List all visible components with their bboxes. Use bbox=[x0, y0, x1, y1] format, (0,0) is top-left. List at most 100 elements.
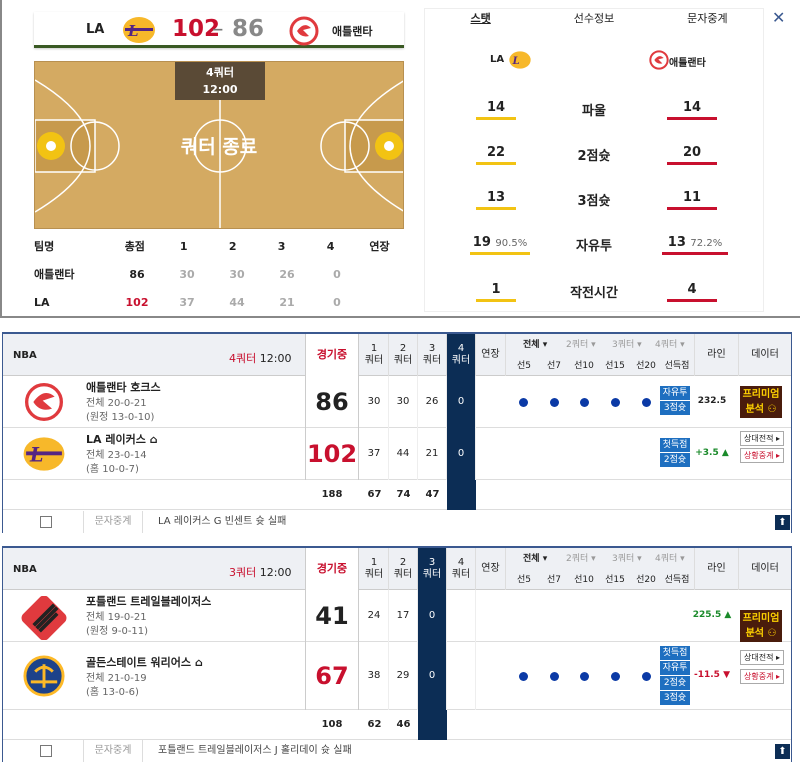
team-score: 41 bbox=[305, 590, 359, 642]
data-header: 데이터 bbox=[738, 548, 791, 590]
game-clock: 12:00 bbox=[259, 352, 292, 365]
marker-dot bbox=[519, 398, 528, 407]
linescore-total: 102 bbox=[125, 295, 149, 309]
sub-header: 선10 bbox=[574, 575, 594, 585]
hawks-logo-icon bbox=[289, 16, 319, 50]
team-record: 전체 20-0-21 bbox=[86, 398, 147, 409]
linescore-q1: 37 bbox=[179, 295, 195, 309]
team-record: 전체 21-0-19 bbox=[86, 673, 147, 684]
game-quarter-clock: 3쿼터 12:00 bbox=[229, 564, 291, 580]
stats-left-team: LA bbox=[490, 54, 505, 65]
marker-dot bbox=[611, 398, 620, 407]
sub-header: 선10 bbox=[574, 361, 594, 371]
game-card: NBA 3쿼터 12:00 경기중 1 쿼터 2 쿼터 3 쿼터 4 쿼터 연장 전체 … bbox=[2, 546, 792, 762]
stat-left-pct: 90.5% bbox=[495, 238, 528, 249]
linescore-header-team: 팀명 bbox=[34, 240, 55, 253]
linescore-q2: 30 bbox=[229, 267, 245, 281]
game-footer: 문자중계 LA 레이커스 G 빈센트 슛 실패 ⬆ bbox=[3, 511, 791, 533]
filter-all[interactable]: 전체 ▾ bbox=[523, 337, 547, 350]
team-name[interactable]: LA 레이커스 ⌂ bbox=[86, 431, 158, 447]
quarter-header-1: 1 쿼터 bbox=[360, 334, 389, 376]
stat-left-value: 22 bbox=[476, 145, 516, 165]
close-icon[interactable]: ✕ bbox=[772, 8, 785, 27]
linescore-total: 86 bbox=[129, 267, 145, 281]
select-checkbox[interactable] bbox=[40, 745, 52, 757]
linescore-q3: 26 bbox=[279, 267, 295, 281]
total-score: 108 bbox=[321, 719, 343, 730]
stat-label: 자유투 bbox=[576, 239, 612, 254]
stat-row-timeout: 1 작전시간 4 bbox=[424, 282, 764, 312]
select-checkbox[interactable] bbox=[40, 516, 52, 528]
stat-label: 2점슛 bbox=[577, 149, 611, 164]
premium-analysis-button[interactable]: 프리미엄 분석 ⚇ bbox=[740, 610, 782, 642]
game-footer: 문자중계 포틀랜드 트레일블레이저스 J 홀리데이 슛 실패 ⬆ bbox=[3, 740, 791, 762]
stat-row-3pt: 13 3점슛 11 bbox=[424, 190, 764, 220]
total-quarter: 74 bbox=[396, 489, 411, 500]
linescore-team: 애틀랜타 bbox=[34, 268, 75, 281]
head-to-head-button[interactable]: 상대전적 ▸ bbox=[740, 431, 784, 446]
team-row: 골든스테이트 워리어스 ⌂ 전체 21-0-19 (홈 13-0-6) 67 3… bbox=[3, 642, 791, 710]
quarter-status: 쿼터 종료 bbox=[180, 136, 258, 158]
linescore-table: 팀명 총점 1 2 3 4 연장 애틀랜타 86 30 30 26 0 LA 1… bbox=[34, 232, 404, 316]
marker-dot bbox=[550, 398, 559, 407]
head-to-head-button[interactable]: 상대전적 ▸ bbox=[740, 650, 784, 665]
sub-header: 선5 bbox=[516, 361, 531, 371]
team-name[interactable]: 포틀랜드 트레일블레이저스 bbox=[86, 593, 211, 609]
team-record-sub: (원정 13-0-10) bbox=[86, 412, 155, 423]
event-tag: 자유투 bbox=[660, 386, 690, 400]
quarter-header-3: 3 쿼터 bbox=[418, 334, 447, 376]
stat-right-value: 13 72.2% bbox=[662, 235, 728, 255]
text-relay-button[interactable]: 문자중계 bbox=[83, 740, 143, 762]
marker-dot bbox=[642, 398, 651, 407]
filter-q4[interactable]: 4쿼터 ▾ bbox=[655, 337, 685, 350]
stat-left-value: 1 bbox=[476, 282, 516, 302]
filter-q3[interactable]: 3쿼터 ▾ bbox=[612, 337, 642, 350]
quarter-score bbox=[447, 642, 476, 710]
linescore-q4: 0 bbox=[333, 295, 341, 309]
event-tag: 3점슛 bbox=[660, 691, 690, 705]
sub-header: 선15 bbox=[605, 575, 625, 585]
quarter-header-3: 3 쿼터 bbox=[418, 548, 447, 590]
tab-player-info[interactable]: 선수정보 bbox=[537, 10, 650, 34]
team-name[interactable]: 애틀랜타 호크스 bbox=[86, 379, 161, 395]
ot-header: 연장 bbox=[476, 548, 506, 590]
linescore-header-ot: 연장 bbox=[369, 240, 390, 253]
quarter-score: 0 bbox=[418, 590, 447, 642]
text-relay-button[interactable]: 문자중계 bbox=[83, 511, 143, 533]
filter-all[interactable]: 전체 ▾ bbox=[523, 551, 547, 564]
sub-header: 선20 bbox=[636, 361, 656, 371]
totals-row: 108 62 46 bbox=[3, 710, 791, 740]
quarter-header-4: 4 쿼터 bbox=[447, 548, 476, 590]
filter-q2[interactable]: 2쿼터 ▾ bbox=[566, 551, 596, 564]
quarter-score: 0 bbox=[447, 428, 476, 480]
stat-right-pct: 72.2% bbox=[690, 238, 723, 249]
lakers-logo-icon: L bbox=[121, 15, 157, 49]
premium-analysis-button[interactable]: 프리미엄 분석 ⚇ bbox=[740, 386, 782, 418]
scroll-up-icon[interactable]: ⬆ bbox=[775, 744, 790, 759]
filter-q4[interactable]: 4쿼터 ▾ bbox=[655, 551, 685, 564]
filter-q2[interactable]: 2쿼터 ▾ bbox=[566, 337, 596, 350]
event-tag: 3점슛 bbox=[660, 401, 690, 415]
stats-right-team: 애틀랜타 bbox=[669, 58, 706, 69]
quarter-score: 30 bbox=[360, 376, 389, 428]
linescore-header-total: 총점 bbox=[124, 240, 145, 253]
team-name[interactable]: 골든스테이트 워리어스 ⌂ bbox=[86, 654, 203, 670]
hawks-logo-icon bbox=[649, 50, 669, 74]
tab-text-relay[interactable]: 문자중계 bbox=[651, 10, 764, 34]
home-score: 86 bbox=[232, 16, 265, 42]
court-quarter: 4쿼터 bbox=[206, 66, 234, 79]
team-row: 애틀랜타 호크스 전체 20-0-21 (원정 13-0-10) 86 30 3… bbox=[3, 376, 791, 428]
live-status-button[interactable]: 상황중계 ▸ bbox=[740, 669, 784, 684]
quarter-score: 38 bbox=[360, 642, 389, 710]
scroll-up-icon[interactable]: ⬆ bbox=[775, 515, 790, 530]
tab-stats[interactable]: 스탯 bbox=[424, 10, 537, 34]
game-clock: 12:00 bbox=[259, 566, 292, 579]
total-quarter-current bbox=[418, 710, 447, 740]
team-record-sub: (홈 13-0-6) bbox=[86, 687, 139, 698]
live-status-button[interactable]: 상황중계 ▸ bbox=[740, 448, 784, 463]
marker-dot bbox=[611, 672, 620, 681]
stat-row-2pt: 22 2점슛 20 bbox=[424, 145, 764, 175]
filter-q3[interactable]: 3쿼터 ▾ bbox=[612, 551, 642, 564]
marker-dot bbox=[580, 398, 589, 407]
total-quarter: 46 bbox=[396, 719, 411, 730]
